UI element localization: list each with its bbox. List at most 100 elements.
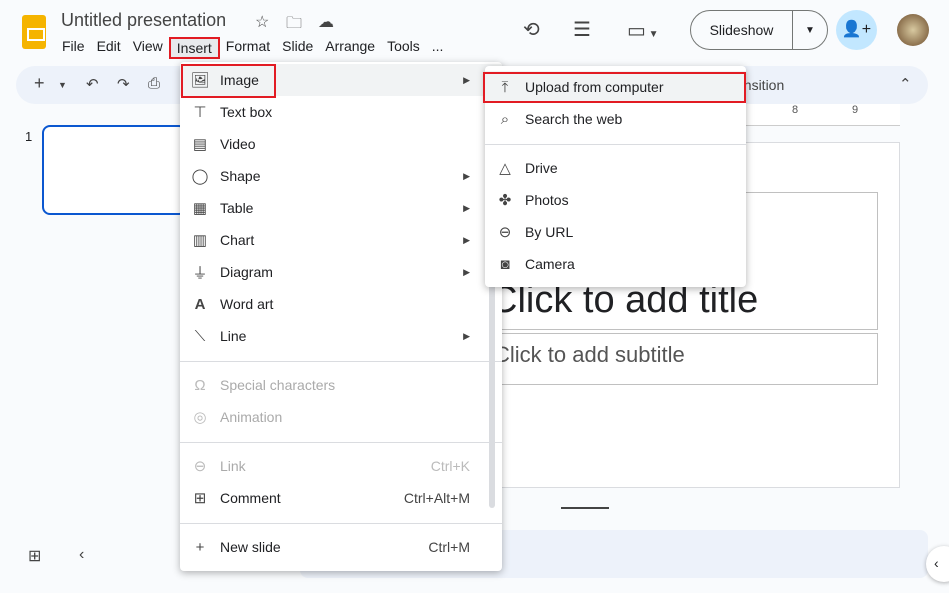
menu-item-link: ⊖ Link Ctrl+K [180,450,502,482]
menu-item-label: Chart [220,232,255,248]
menu-view[interactable]: View [127,37,169,59]
add-person-icon: 👤+ [841,21,872,38]
menu-item-video[interactable]: ▤ Video [180,128,502,160]
menu-format[interactable]: Format [220,37,276,59]
cloud-saved-icon: ☁ [318,14,334,31]
avatar[interactable] [897,14,929,46]
image-submenu: ⤒ Upload from computer ⌕ Search the web △ D… [483,66,746,287]
redo-icon[interactable]: ↷ [117,75,130,93]
slideshow-button[interactable]: Slideshow ▼ [690,10,828,50]
table-icon: ▦ [192,200,208,217]
menu-item-label: Photos [525,192,569,208]
highlight-box [181,64,276,98]
menu-item-label: Search the web [525,111,623,127]
submenu-arrow-icon: ▶ [463,202,470,213]
version-history-icon[interactable]: ⟲ [523,17,540,42]
subtitle-placeholder[interactable]: Click to add subtitle [485,333,878,385]
photos-icon: ✤ [498,192,512,209]
menu-slide[interactable]: Slide [276,37,319,59]
menu-item-label: New slide [220,539,281,555]
menu-divider [180,442,502,443]
slide-number: 1 [25,129,33,144]
collapse-filmstrip-icon[interactable]: ‹ [79,546,84,564]
ruler-tick-8: 8 [792,104,799,116]
grid-view-icon[interactable]: ⊞ [28,546,41,566]
menu-file[interactable]: File [56,37,91,59]
menu-edit[interactable]: Edit [91,37,127,59]
menu-item-line[interactable]: ⟍ Line ▶ [180,320,502,352]
highlight-box [483,72,746,103]
diagram-icon: ⏚ [192,264,208,282]
submenu-item-photos[interactable]: ✤ Photos [485,184,746,216]
animation-icon: ◎ [193,409,207,426]
drive-icon: △ [499,160,511,177]
comments-icon[interactable]: ☰ [573,17,591,42]
shortcut: Ctrl+Alt+M [403,490,470,506]
menu-item-label: Diagram [220,264,273,280]
notes-resize-handle[interactable] [561,507,609,509]
line-icon: ⟍ [194,327,206,345]
menu-divider [485,144,746,145]
menu-item-label: Special characters [220,377,336,393]
text-box-icon: ⊤ [193,104,207,121]
word-art-icon: A [194,295,206,313]
menu-item-diagram[interactable]: ⏚ Diagram ▶ [180,256,502,288]
menu-item-label: Text box [220,104,273,120]
ruler-tick-9: 9 [852,104,859,116]
menubar: File Edit View Insert Format Slide Arran… [56,37,449,59]
menu-arrange[interactable]: Arrange [319,37,381,59]
menu-item-table[interactable]: ▦ Table ▶ [180,192,502,224]
plus-icon: + [195,538,205,556]
menu-item-animation: ◎ Animation [180,401,502,433]
link-icon: ⊖ [498,224,512,241]
menu-item-chart[interactable]: ▥ Chart ▶ [180,224,502,256]
menu-item-label: Link [220,458,246,474]
menu-insert[interactable]: Insert [168,37,220,59]
menu-item-label: Line [220,328,247,344]
menu-item-special-characters: Ω Special characters [180,369,502,401]
omega-icon: Ω [194,376,206,394]
menu-item-word-art[interactable]: A Word art [180,288,502,320]
menu-divider [180,523,502,524]
share-button[interactable]: 👤+ [836,10,877,50]
submenu-arrow-icon: ▶ [463,74,470,85]
slides-logo[interactable] [22,15,46,49]
star-icon[interactable]: ☆ [255,12,269,32]
submenu-arrow-icon: ▶ [463,266,470,277]
submenu-arrow-icon: ▶ [463,170,470,181]
menu-item-label: Camera [525,256,575,272]
submenu-arrow-icon: ▶ [463,330,470,341]
comment-icon: ⊞ [193,490,207,507]
undo-icon[interactable]: ↶ [86,75,99,93]
document-title[interactable]: Untitled presentation [61,10,226,31]
slideshow-label[interactable]: Slideshow [691,11,793,49]
slideshow-dropdown-icon[interactable]: ▼ [793,25,827,36]
menu-more[interactable]: ... [426,37,450,59]
meet-icon[interactable]: ▭ ▼ [627,18,659,43]
menu-divider [180,361,502,362]
new-slide-icon[interactable]: + [34,73,45,94]
menu-item-label: Video [220,136,256,152]
menu-item-text-box[interactable]: ⊤ Text box [180,96,502,128]
submenu-item-drive[interactable]: △ Drive [485,152,746,184]
submenu-item-by-url[interactable]: ⊖ By URL [485,216,746,248]
menu-tools[interactable]: Tools [381,37,426,59]
menu-item-comment[interactable]: ⊞ Comment Ctrl+Alt+M [180,482,502,514]
shape-icon: ◯ [191,168,209,185]
video-icon: ▤ [192,136,208,153]
submenu-item-camera[interactable]: ◙ Camera [485,248,746,280]
menu-item-label: Table [220,200,254,216]
menu-item-new-slide[interactable]: + New slide Ctrl+M [180,531,502,563]
collapse-toolbar-icon[interactable]: ⌃ [899,75,912,93]
menu-item-label: Shape [220,168,261,184]
search-icon: ⌕ [500,110,510,128]
side-panel-toggle[interactable]: ‹ [926,546,949,582]
chart-icon: ▥ [192,232,208,249]
new-slide-dropdown-icon[interactable]: ▼ [58,80,67,90]
submenu-item-search-web[interactable]: ⌕ Search the web [485,103,746,135]
move-folder-icon[interactable]: 🗀 [286,12,302,39]
slide-thumbnail[interactable] [42,125,187,215]
print-icon[interactable]: ⎙ [148,75,160,92]
menu-item-shape[interactable]: ◯ Shape ▶ [180,160,502,192]
menu-item-label: Comment [220,490,281,506]
